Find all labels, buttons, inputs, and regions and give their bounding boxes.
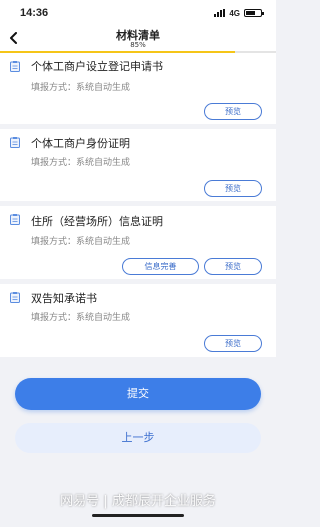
status-time: 14:36: [20, 7, 49, 19]
document-title: 个体工商户身份证明: [31, 137, 130, 150]
preview-button[interactable]: 预览: [204, 103, 262, 120]
submit-button[interactable]: 提交: [15, 378, 261, 410]
document-method: 填报方式：系统自动生成: [31, 158, 131, 168]
preview-button[interactable]: 预览: [204, 180, 262, 197]
screen: 14:36 4G 材料清单 85% 个体工商户设立登记申请书 填报方式：系统自动…: [0, 0, 276, 527]
watermark: 网易号 | 成都辰开企业服务: [60, 494, 216, 509]
document-icon: [10, 61, 20, 72]
battery-icon: [244, 9, 264, 17]
status-bar: 14:36 4G: [0, 0, 276, 26]
document-card: 双告知承诺书 填报方式：系统自动生成 预览: [0, 284, 276, 357]
signal-icon: [214, 9, 226, 17]
document-card: 个体工商户设立登记申请书 填报方式：系统自动生成 预览: [0, 53, 276, 124]
document-card: 个体工商户身份证明 填报方式：系统自动生成 预览: [0, 129, 276, 201]
document-icon: [10, 292, 20, 303]
document-method: 填报方式：系统自动生成: [31, 313, 131, 323]
document-title: 住所（经营场所）信息证明: [31, 215, 163, 228]
document-method: 填报方式：系统自动生成: [31, 237, 131, 247]
document-method: 填报方式：系统自动生成: [31, 83, 131, 93]
document-icon: [10, 137, 20, 148]
complete-info-button[interactable]: 信息完善: [122, 258, 199, 275]
document-title: 个体工商户设立登记申请书: [31, 60, 163, 73]
status-indicators: 4G: [214, 8, 264, 18]
progress-percent: 85%: [130, 41, 146, 49]
network-label: 4G: [229, 8, 240, 18]
previous-step-button[interactable]: 上一步: [15, 423, 261, 453]
document-card: 住所（经营场所）信息证明 填报方式：系统自动生成 信息完善 预览: [0, 206, 276, 279]
document-icon: [10, 214, 20, 225]
home-indicator: [92, 514, 184, 517]
header: 材料清单 85%: [0, 26, 276, 51]
preview-button[interactable]: 预览: [204, 258, 262, 275]
preview-button[interactable]: 预览: [204, 335, 262, 352]
document-title: 双告知承诺书: [31, 292, 97, 305]
